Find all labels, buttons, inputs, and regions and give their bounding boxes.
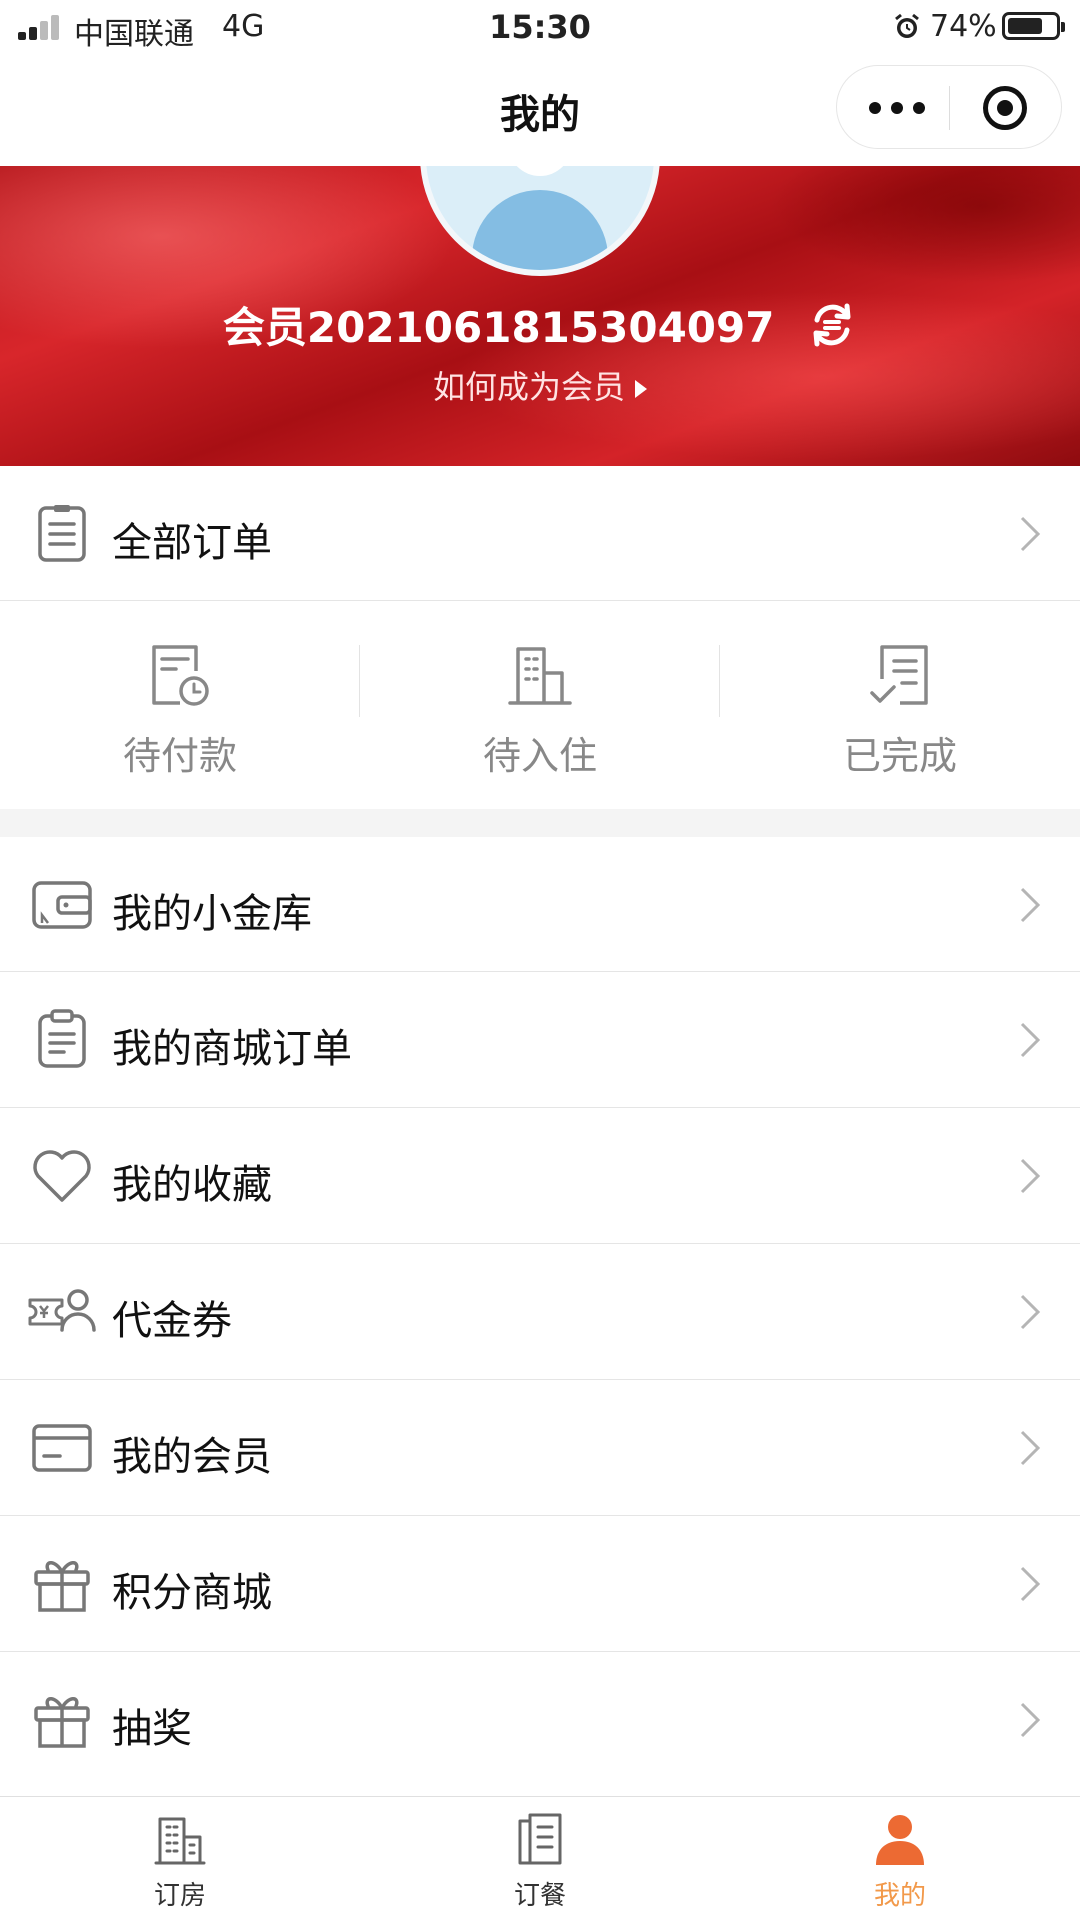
status-bar: 中国联通 4G 15:30 74%: [0, 0, 1080, 56]
person-icon: [876, 1815, 924, 1865]
menu-item-mall-orders[interactable]: 我的商城订单: [0, 972, 1080, 1106]
tab-label: 订餐: [513, 1881, 566, 1911]
pending-payment-icon: [152, 645, 209, 706]
chevron-right-icon: [1020, 516, 1041, 552]
menu-item-points-mall[interactable]: 积分商城: [0, 1516, 1080, 1650]
close-miniprogram-icon[interactable]: [983, 86, 1027, 130]
chevron-right-icon: [1020, 1158, 1041, 1194]
hotel-icon: [154, 1817, 206, 1865]
play-arrow-icon: [635, 380, 647, 398]
status-label: 待入住: [482, 734, 597, 778]
chevron-right-icon: [1020, 1022, 1041, 1058]
building-icon: [508, 647, 572, 705]
become-member-text: 如何成为会员: [432, 368, 625, 406]
menu-label: 我的商城订单: [112, 1026, 352, 1072]
section-gap: [0, 809, 1080, 837]
clipboard-icon: [38, 1009, 86, 1068]
menu-label: 我的会员: [112, 1434, 272, 1480]
alarm-icon: [895, 13, 919, 38]
chevron-right-icon: [1020, 1566, 1041, 1602]
gift-icon: [34, 1561, 90, 1612]
menu-item-membership[interactable]: 我的会员: [0, 1380, 1080, 1514]
profile-banner: 会员2021061815304097 如何成为会员: [0, 166, 1080, 466]
menu-label: 我的小金库: [112, 891, 312, 937]
chevron-right-icon: [1020, 1294, 1041, 1330]
all-orders-label: 全部订单: [112, 520, 272, 566]
order-status-completed[interactable]: 已完成: [720, 601, 1080, 809]
member-id: 会员2021061815304097: [222, 303, 775, 352]
chevron-right-icon: [1020, 1702, 1041, 1738]
order-list-icon: [38, 505, 86, 562]
tab-mine[interactable]: 我的: [720, 1797, 1080, 1920]
voucher-icon: [28, 1289, 96, 1332]
tab-label: 我的: [873, 1881, 926, 1911]
refresh-icon[interactable]: [807, 300, 857, 350]
tab-book-room[interactable]: 订房: [0, 1797, 360, 1920]
status-label: 待付款: [122, 734, 237, 778]
heart-icon: [33, 1150, 91, 1202]
tab-bar: 订房 订餐 我的: [0, 1796, 1080, 1920]
all-orders-row[interactable]: 全部订单: [0, 466, 1080, 600]
menu-item-lottery[interactable]: 抽奖: [0, 1652, 1080, 1786]
more-icon[interactable]: [869, 96, 925, 120]
gift-icon: [34, 1697, 90, 1748]
menu-label: 积分商城: [112, 1570, 272, 1616]
avatar[interactable]: [420, 166, 660, 276]
menu-label: 代金券: [112, 1298, 232, 1344]
chevron-right-icon: [1020, 887, 1041, 923]
chevron-right-icon: [1020, 1430, 1041, 1466]
status-label: 已完成: [842, 734, 957, 778]
member-id-line: 会员2021061815304097: [0, 294, 1080, 355]
menu-label: 我的收藏: [112, 1162, 272, 1208]
menu-label: 抽奖: [112, 1706, 192, 1752]
menu-doc-icon: [518, 1813, 562, 1865]
become-member-link[interactable]: 如何成为会员: [0, 362, 1080, 408]
tab-label: 订房: [153, 1881, 206, 1911]
order-status-to-checkin[interactable]: 待入住: [360, 601, 720, 809]
menu-item-favorites[interactable]: 我的收藏: [0, 1108, 1080, 1242]
order-status-pending-payment[interactable]: 待付款: [0, 601, 360, 809]
card-icon: [32, 1424, 92, 1472]
order-status-bar: 待付款 待入住 已完成: [0, 601, 1080, 809]
completed-list-icon: [870, 645, 928, 705]
nav-bar: 我的: [0, 56, 1080, 166]
menu-item-vouchers[interactable]: 代金券: [0, 1244, 1080, 1378]
menu-item-wallet[interactable]: 我的小金库: [0, 837, 1080, 971]
tab-order-food[interactable]: 订餐: [360, 1797, 720, 1920]
battery-icon: [1002, 12, 1065, 40]
mini-program-capsule: [836, 65, 1062, 149]
wallet-icon: [32, 881, 92, 929]
battery-percent: 74%: [930, 9, 997, 44]
